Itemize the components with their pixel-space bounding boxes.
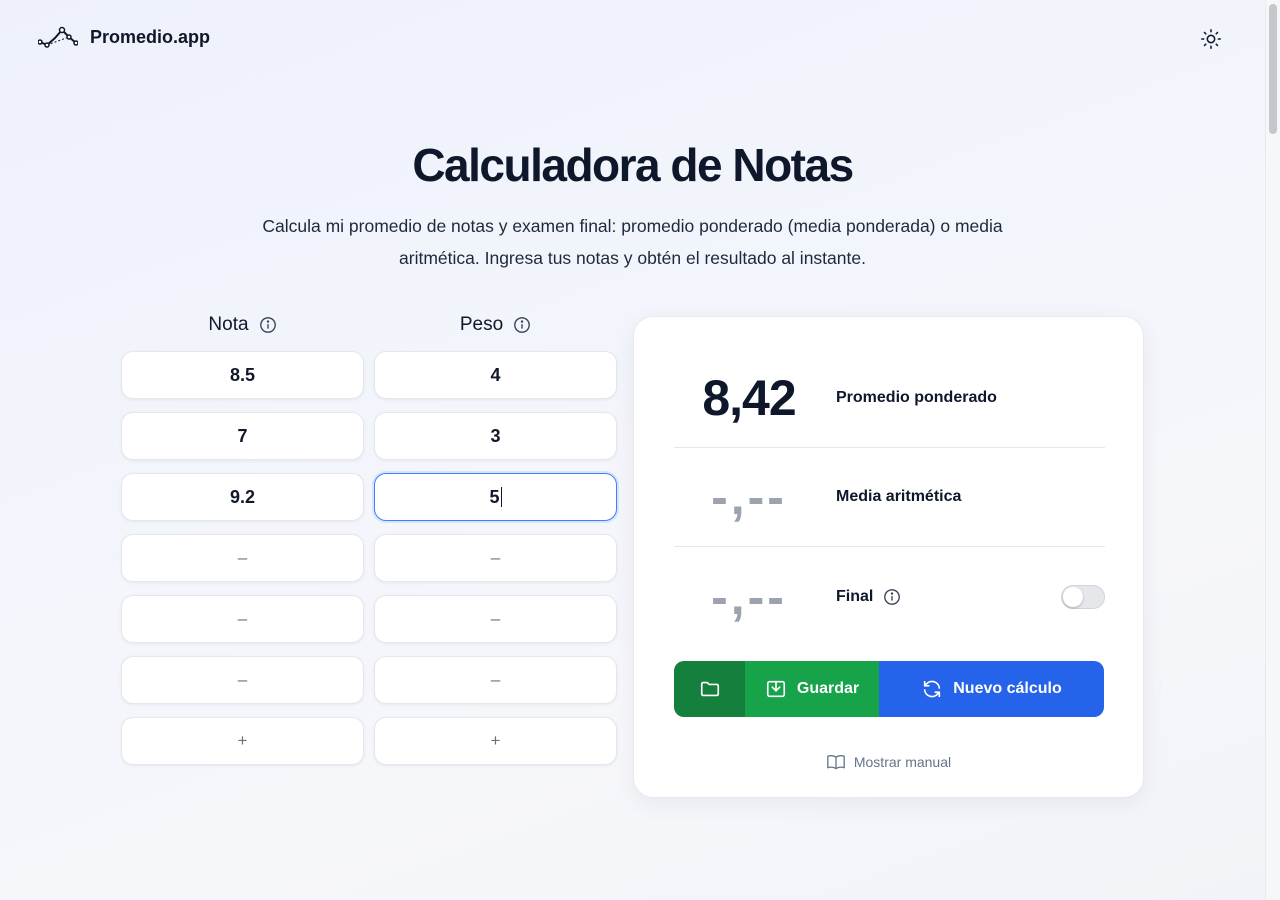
nota-input-6[interactable]: – (121, 656, 364, 704)
info-icon[interactable] (513, 316, 531, 334)
book-icon (827, 755, 845, 770)
info-icon[interactable] (259, 316, 277, 334)
page-scrollbar[interactable] (1265, 0, 1280, 900)
nota-column-header: Nota (121, 314, 364, 336)
peso-input-5[interactable]: – (374, 595, 617, 643)
logo-text: Promedio.app (90, 26, 211, 47)
toggle-knob (1063, 586, 1083, 607)
weighted-average-value: 8,42 (702, 370, 796, 426)
nota-input-4[interactable]: – (121, 534, 364, 582)
show-manual-label: Mostrar manual (853, 754, 952, 770)
top-header: Promedio.app (0, 0, 1265, 78)
page-title: Calculadora de Notas (412, 139, 854, 191)
new-calculation-button[interactable]: Nuevo cálculo (879, 661, 1104, 717)
peso-column-header: Peso (374, 314, 617, 336)
info-icon[interactable] (883, 588, 901, 606)
logo-icon (38, 26, 78, 48)
peso-input-2[interactable]: 3 (374, 412, 617, 460)
weighted-average-label: Promedio ponderado (836, 389, 997, 406)
show-manual-link[interactable]: Mostrar manual (634, 753, 1143, 771)
final-label: Final (836, 587, 874, 605)
peso-input-3-value: 5 (489, 486, 500, 507)
weighted-average-row: 8,42 Promedio ponderado (674, 349, 1105, 448)
download-icon (766, 680, 785, 698)
peso-input-4[interactable]: – (374, 534, 617, 582)
hero: Calculadora de Notas Calcula mi promedio… (0, 138, 1265, 274)
nota-column-label: Nota (208, 314, 249, 335)
nota-input-1[interactable]: 8.5 (121, 351, 364, 399)
final-row: -,-- Final (674, 547, 1105, 646)
arithmetic-mean-label: Media aritmética (836, 488, 962, 505)
logo[interactable]: Promedio.app (38, 26, 210, 48)
final-label-group: Final (836, 588, 901, 606)
final-toggle[interactable] (1061, 584, 1105, 609)
arithmetic-mean-value: -,-- (711, 469, 787, 525)
open-folder-button[interactable] (674, 661, 745, 717)
nota-input-2[interactable]: 7 (121, 412, 364, 460)
scrollbar-thumb[interactable] (1269, 4, 1277, 134)
arithmetic-mean-row: -,-- Media aritmética (674, 448, 1105, 547)
nota-input-3[interactable]: 9.2 (121, 473, 364, 521)
new-calculation-label: Nuevo cálculo (953, 680, 1062, 697)
text-caret (500, 487, 502, 507)
refresh-icon (924, 680, 941, 698)
action-buttons: Guardar Nuevo cálculo (674, 661, 1104, 717)
peso-input-6[interactable]: – (374, 656, 617, 704)
theme-toggle-button[interactable] (1196, 24, 1226, 54)
nota-input-5[interactable]: – (121, 595, 364, 643)
peso-input-3[interactable]: 5 (374, 473, 617, 521)
page-description: Calcula mi promedio de notas y examen fi… (262, 216, 1003, 268)
add-nota-button[interactable]: + (121, 717, 364, 765)
save-button-label: Guardar (796, 680, 860, 697)
peso-column-label: Peso (459, 314, 504, 335)
sun-icon (1201, 29, 1221, 49)
save-button[interactable]: Guardar (745, 661, 879, 717)
peso-input-1[interactable]: 4 (374, 351, 617, 399)
final-value: -,-- (711, 568, 787, 625)
results-panel: 8,42 Promedio ponderado -,-- Media aritm… (633, 316, 1144, 798)
folder-icon (700, 681, 719, 697)
add-peso-button[interactable]: + (374, 717, 617, 765)
